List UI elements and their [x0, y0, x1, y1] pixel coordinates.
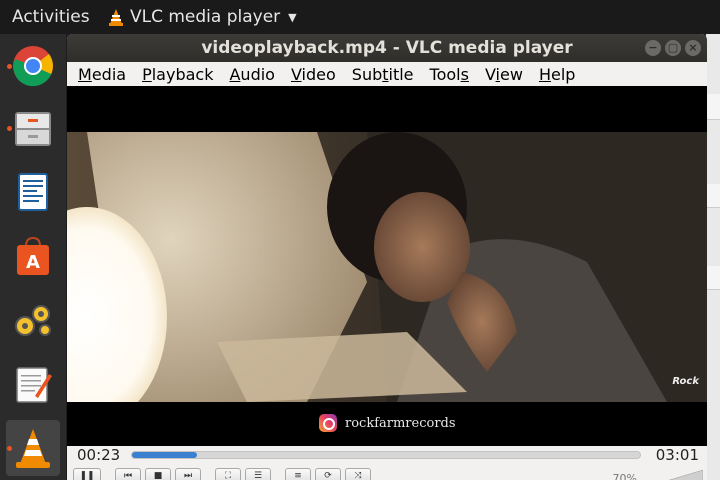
- svg-text:A: A: [26, 252, 40, 273]
- chevron-down-icon: ▼: [288, 10, 297, 24]
- background-window: [706, 34, 720, 480]
- dock-item-vlc[interactable]: [6, 420, 60, 476]
- seek-progress: [132, 452, 197, 458]
- software-icon: A: [17, 236, 49, 275]
- settings-icon: [15, 305, 51, 336]
- menu-label: Video: [290, 64, 336, 84]
- video-area[interactable]: rockfarmrecords Rock: [67, 86, 707, 446]
- instagram-handle: rockfarmrecords: [345, 415, 456, 431]
- background-row: [706, 184, 720, 208]
- stop-button[interactable]: ■: [145, 468, 171, 480]
- activities-button[interactable]: Activities: [0, 7, 108, 27]
- seek-row: 00:23 03:01: [67, 446, 707, 464]
- random-button[interactable]: ⤨: [345, 468, 371, 480]
- menu-label: Subtitle: [351, 64, 414, 84]
- chrome-icon: [13, 46, 53, 87]
- menu-label: Media: [78, 64, 127, 84]
- dock-item-writer[interactable]: [6, 164, 60, 220]
- fullscreen-button[interactable]: ⛶: [215, 468, 241, 480]
- instagram-overlay: rockfarmrecords: [319, 414, 456, 432]
- total-time[interactable]: 03:01: [656, 446, 699, 464]
- writer-icon: [18, 173, 48, 211]
- loop-button[interactable]: ⟳: [315, 468, 341, 480]
- dock-item-text-editor[interactable]: [6, 356, 60, 412]
- menu-subtitle[interactable]: Subtitle: [352, 65, 422, 84]
- vlc-icon: [16, 429, 50, 468]
- next-button[interactable]: ⏭: [175, 468, 201, 480]
- menu-label: Playback: [142, 64, 214, 84]
- vlc-window: videoplayback.mp4 - VLC media player − ▢…: [67, 34, 707, 480]
- menu-tools[interactable]: Tools: [430, 65, 477, 84]
- channel-watermark: Rock: [672, 376, 699, 387]
- gnome-top-bar: Activities VLC media player ▼: [0, 0, 720, 34]
- ubuntu-dock: A: [0, 34, 66, 480]
- elapsed-time: 00:23: [77, 446, 121, 464]
- menu-playback[interactable]: Playback: [142, 65, 221, 84]
- running-indicator: [7, 126, 12, 131]
- video-frame: [67, 132, 707, 402]
- dock-item-chrome[interactable]: [6, 38, 60, 94]
- previous-button[interactable]: ⏮: [115, 468, 141, 480]
- app-menu[interactable]: VLC media player ▼: [108, 7, 297, 27]
- menu-video[interactable]: Video: [291, 65, 344, 84]
- files-icon: [15, 112, 51, 146]
- playlist-button[interactable]: ≡: [285, 468, 311, 480]
- menu-audio[interactable]: Audio: [229, 65, 282, 84]
- pause-button[interactable]: ❚❚: [73, 468, 101, 480]
- dock-item-software[interactable]: A: [6, 228, 60, 284]
- menu-view[interactable]: View: [485, 65, 531, 84]
- window-controls: − ▢ ×: [645, 40, 701, 56]
- minimize-button[interactable]: −: [645, 40, 661, 56]
- running-indicator: [7, 64, 12, 69]
- text-editor-icon: [16, 367, 52, 403]
- menu-label: Help: [538, 64, 576, 84]
- seek-slider[interactable]: [131, 451, 641, 459]
- volume-slider[interactable]: [663, 470, 703, 480]
- background-row: [706, 94, 720, 120]
- menu-help[interactable]: Help: [539, 65, 583, 84]
- extended-settings-button[interactable]: ☰: [245, 468, 271, 480]
- menu-label: Audio: [229, 64, 275, 84]
- close-button[interactable]: ×: [685, 40, 701, 56]
- menu-media[interactable]: Media: [78, 65, 134, 84]
- menu-label: View: [484, 64, 523, 84]
- app-menu-label: VLC media player: [130, 7, 281, 27]
- instagram-icon: [319, 414, 337, 432]
- vlc-cone-icon: [109, 9, 123, 26]
- window-title: videoplayback.mp4 - VLC media player: [201, 38, 573, 58]
- dock-item-settings[interactable]: [6, 292, 60, 348]
- background-row: [706, 266, 720, 290]
- running-indicator: [7, 446, 12, 451]
- dock-item-files[interactable]: [6, 100, 60, 156]
- playback-controls: ❚❚ ⏮ ■ ⏭ ⛶ ☰ ≡ ⟳ ⤨ 70%: [67, 468, 707, 480]
- maximize-button[interactable]: ▢: [665, 40, 681, 56]
- menu-label: Tools: [429, 64, 469, 84]
- title-bar[interactable]: videoplayback.mp4 - VLC media player − ▢…: [67, 34, 707, 62]
- volume-level: 70%: [612, 472, 637, 480]
- menu-bar: Media Playback Audio Video Subtitle Tool…: [67, 62, 707, 86]
